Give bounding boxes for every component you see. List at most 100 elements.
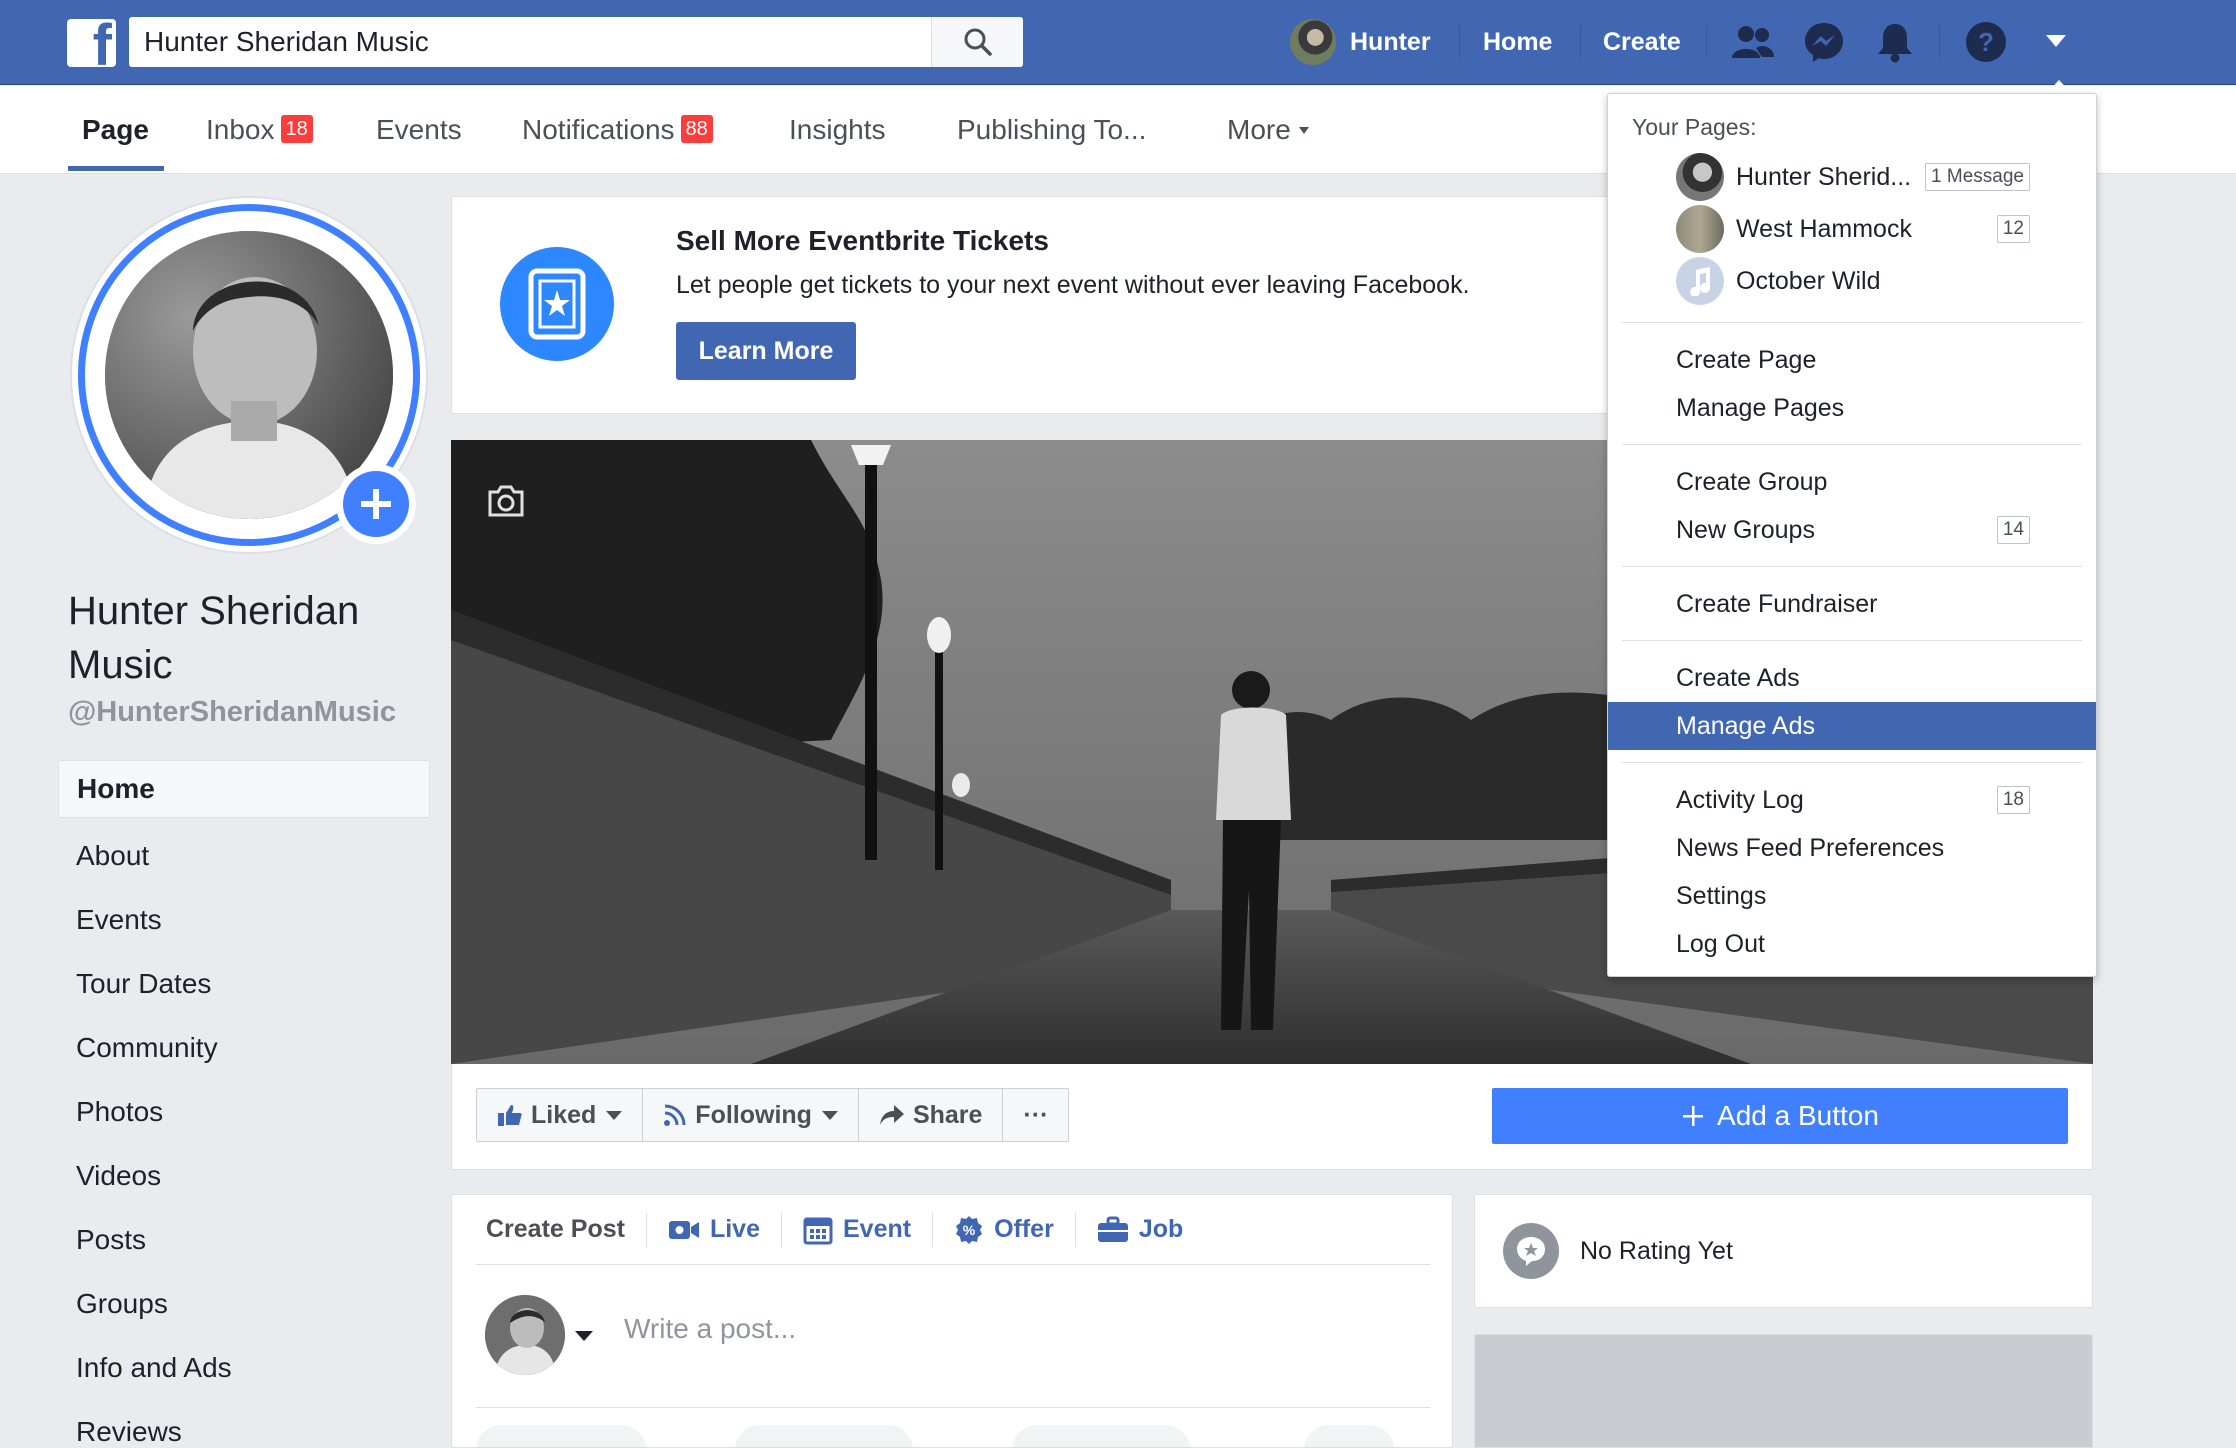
help-icon[interactable]: ? <box>1963 19 2009 65</box>
menu-settings[interactable]: Settings <box>1608 872 2096 920</box>
caret-down-icon <box>1298 127 1309 134</box>
sidebar-item-about[interactable]: About <box>58 824 430 888</box>
inbox-badge: 18 <box>280 115 313 143</box>
share-label: Share <box>912 1100 983 1129</box>
tab-events[interactable]: Events <box>376 86 462 174</box>
facebook-logo-icon[interactable]: f <box>67 19 116 67</box>
page-avatar <box>1676 205 1724 253</box>
divider <box>1939 26 1940 58</box>
tab-offer[interactable]: % Offer <box>933 1212 1076 1247</box>
sidebar-item-community[interactable]: Community <box>58 1016 430 1080</box>
menu-log-out[interactable]: Log Out <box>1608 920 2096 968</box>
promo-title: Sell More Eventbrite Tickets <box>676 225 1049 256</box>
divider <box>1459 26 1460 58</box>
svg-text:%: % <box>963 1222 976 1238</box>
add-profile-photo-button[interactable] <box>336 464 416 544</box>
sidebar-item-groups[interactable]: Groups <box>58 1272 430 1336</box>
liked-label: Liked <box>531 1100 597 1129</box>
tab-more[interactable]: More <box>1227 86 1309 174</box>
friend-requests-icon[interactable] <box>1730 19 1776 65</box>
account-menu-icon[interactable] <box>2046 35 2066 47</box>
plus-icon <box>1683 1106 1704 1126</box>
tab-notifications[interactable]: Notifications 88 <box>522 86 713 174</box>
page-title[interactable]: Hunter Sheridan Music <box>68 584 408 692</box>
tab-inbox[interactable]: Inbox 18 <box>206 86 313 174</box>
camera-icon[interactable] <box>486 484 526 523</box>
user-profile-link[interactable]: Hunter <box>1350 0 1431 85</box>
composer-tabs: Create Post Live Event % Offer Job <box>476 1195 1430 1265</box>
sidebar-item-videos[interactable]: Videos <box>58 1144 430 1208</box>
composer-option-pill[interactable] <box>1304 1425 1394 1447</box>
your-pages-heading: Your Pages: <box>1632 114 1757 140</box>
sidebar-item-posts[interactable]: Posts <box>58 1208 430 1272</box>
sidebar-item-tour-dates[interactable]: Tour Dates <box>58 952 430 1016</box>
tab-create-post[interactable]: Create Post <box>476 1212 647 1247</box>
more-dots-icon: ··· <box>1023 1100 1049 1129</box>
messenger-icon[interactable] <box>1801 19 1847 65</box>
calendar-icon <box>803 1217 833 1244</box>
tab-inbox-label: Inbox <box>206 114 275 145</box>
sidebar-item-events[interactable]: Events <box>58 888 430 952</box>
search-button[interactable] <box>931 17 1023 67</box>
top-bar: f Hunter Home Create <box>0 0 2236 85</box>
menu-create-group[interactable]: Create Group <box>1608 458 2096 506</box>
home-link[interactable]: Home <box>1483 0 1552 85</box>
more-actions-button[interactable]: ··· <box>1003 1089 1068 1141</box>
event-label: Event <box>842 1215 912 1243</box>
search-input[interactable] <box>129 17 930 67</box>
add-a-button-cta[interactable]: Add a Button <box>1492 1088 2068 1144</box>
page-actions-group: Liked Following Share ··· <box>476 1088 1070 1142</box>
menu-create-ads[interactable]: Create Ads <box>1608 654 2096 702</box>
tab-event[interactable]: Event <box>782 1212 934 1247</box>
sidebar-item-home[interactable]: Home <box>58 760 430 818</box>
menu-activity-log[interactable]: Activity Log 18 <box>1608 776 2096 824</box>
menu-news-feed-preferences[interactable]: News Feed Preferences <box>1608 824 2096 872</box>
notifications-bell-icon[interactable] <box>1872 19 1918 65</box>
menu-page-october-wild[interactable]: October Wild <box>1676 256 2076 306</box>
tab-live[interactable]: Live <box>647 1212 782 1247</box>
menu-create-page[interactable]: Create Page <box>1608 336 2096 384</box>
page-sidebar-nav: Home About Events Tour Dates Community P… <box>58 760 430 1448</box>
composer-option-pill[interactable] <box>735 1425 913 1447</box>
composer-option-pill[interactable] <box>1012 1425 1190 1447</box>
divider <box>1622 444 2082 445</box>
page-username[interactable]: @HunterSheridanMusic <box>68 696 396 729</box>
live-label: Live <box>709 1215 760 1243</box>
post-as-caret-icon[interactable] <box>575 1331 593 1341</box>
menu-pointer <box>2046 80 2072 94</box>
composer-option-pill[interactable] <box>476 1425 646 1447</box>
divider <box>476 1407 1430 1408</box>
following-label: Following <box>695 1100 812 1129</box>
menu-manage-pages[interactable]: Manage Pages <box>1608 384 2096 432</box>
menu-manage-ads[interactable]: Manage Ads <box>1608 702 2096 750</box>
menu-new-groups-label: New Groups <box>1676 516 1815 544</box>
divider <box>1622 566 2082 567</box>
learn-more-button[interactable]: Learn More <box>676 322 856 380</box>
tab-insights[interactable]: Insights <box>789 86 886 174</box>
divider <box>1622 322 2082 323</box>
sidebar-item-info-and-ads[interactable]: Info and Ads <box>58 1336 430 1400</box>
notification-count-badge: 12 <box>1996 215 2030 243</box>
create-link[interactable]: Create <box>1603 0 1681 85</box>
tab-page[interactable]: Page <box>82 86 149 174</box>
liked-button[interactable]: Liked <box>477 1089 644 1141</box>
user-avatar[interactable] <box>1290 19 1336 65</box>
thumbs-up-icon <box>498 1105 522 1126</box>
menu-new-groups[interactable]: New Groups 14 <box>1608 506 2096 554</box>
search-icon <box>964 28 992 56</box>
add-a-button-label: Add a Button <box>1717 1100 1879 1131</box>
write-post-input[interactable]: Write a post... <box>624 1313 796 1345</box>
tab-publishing-tools[interactable]: Publishing To... <box>957 86 1146 174</box>
rating-card: No Rating Yet <box>1474 1194 2093 1308</box>
menu-create-fundraiser[interactable]: Create Fundraiser <box>1608 580 2096 628</box>
new-groups-count-badge: 14 <box>1996 516 2030 544</box>
following-button[interactable]: Following <box>643 1089 859 1141</box>
sidebar-item-reviews[interactable]: Reviews <box>58 1400 430 1448</box>
composer-avatar[interactable] <box>485 1295 565 1375</box>
create-post-label: Create Post <box>486 1215 625 1243</box>
sidebar-item-photos[interactable]: Photos <box>58 1080 430 1144</box>
tab-job[interactable]: Job <box>1076 1213 1204 1247</box>
promo-description: Let people get tickets to your next even… <box>676 271 1470 299</box>
share-arrow-icon <box>879 1105 904 1125</box>
share-button[interactable]: Share <box>859 1089 1004 1141</box>
